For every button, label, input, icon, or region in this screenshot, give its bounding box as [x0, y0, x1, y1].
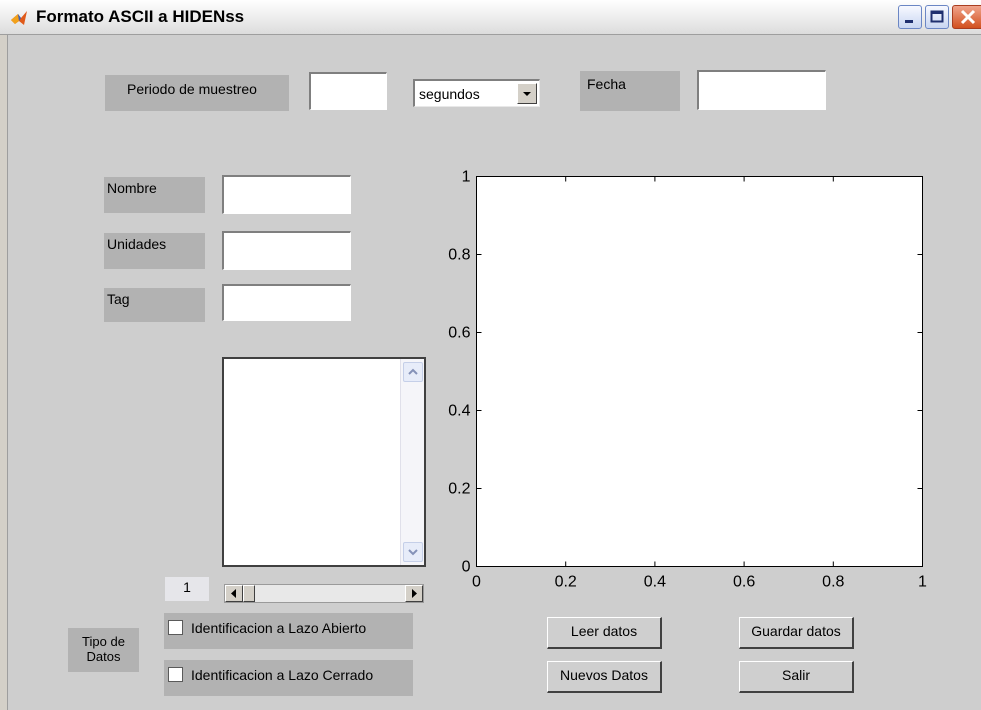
x-tick-label: 0.2 [555, 574, 577, 591]
figure-window: Formato ASCII a HIDENss Periodo de muest… [0, 0, 981, 710]
y-tick-label: 0.2 [448, 481, 470, 498]
x-tick-label: 1 [918, 574, 927, 591]
guardar-datos-button[interactable]: Guardar datos [739, 617, 854, 649]
leer-datos-button[interactable]: Leer datos [547, 617, 662, 649]
x-tick-label: 0 [472, 574, 481, 591]
x-tick-label: 0.8 [822, 574, 844, 591]
y-tick-label: 0.8 [448, 247, 470, 264]
y-tick-label: 1 [462, 169, 471, 186]
y-tick-label: 0 [462, 559, 471, 576]
nuevos-datos-button[interactable]: Nuevos Datos [547, 661, 662, 693]
y-tick-label: 0.4 [448, 403, 470, 420]
x-tick-label: 0.6 [733, 574, 755, 591]
salir-button[interactable]: Salir [739, 661, 854, 693]
y-tick-label: 0.6 [448, 325, 470, 342]
axes-box [476, 176, 923, 567]
x-tick-label: 0.4 [644, 574, 666, 591]
plot-axes: 0 0.2 0.4 0.6 0.8 1 0 0.2 0.4 0.6 0.8 1 [448, 169, 927, 591]
